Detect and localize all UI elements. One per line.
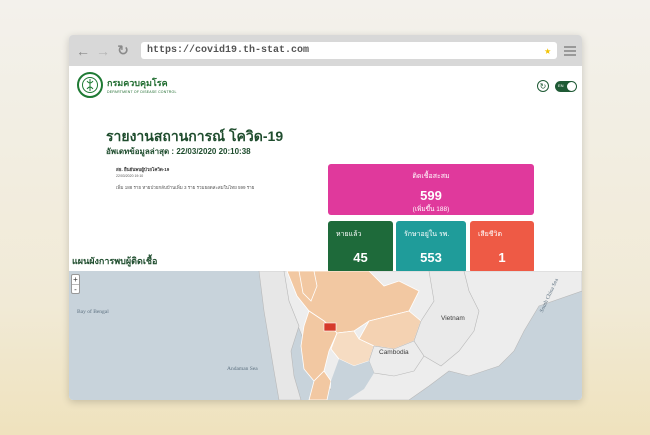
dashboard-page: กรมควบคุมโรค DEPARTMENT OF DISEASE CONTR… bbox=[69, 66, 582, 400]
logo-title-en: DEPARTMENT OF DISEASE CONTROL bbox=[107, 90, 177, 94]
bookmark-star-icon[interactable]: ★ bbox=[544, 44, 551, 58]
map-shapes bbox=[258, 271, 582, 400]
zoom-in-button[interactable]: + bbox=[72, 275, 79, 284]
recovered-card: หายแล้ว 45 bbox=[328, 221, 393, 273]
header-controls: ↻ EN bbox=[537, 80, 577, 92]
map-title: แผนผังการพบผู้ติดเชื้อ bbox=[72, 256, 158, 266]
hospitalized-card: รักษาอยู่ใน รพ. 553 bbox=[396, 221, 466, 273]
deaths-value: 1 bbox=[498, 250, 506, 265]
map-label-andaman-sea: Andaman Sea bbox=[227, 366, 258, 372]
deaths-card: เสียชีวิต 1 bbox=[470, 221, 534, 273]
ddc-logo[interactable]: กรมควบคุมโรค DEPARTMENT OF DISEASE CONTR… bbox=[77, 72, 177, 98]
browser-menu-icon[interactable] bbox=[564, 45, 576, 56]
ddc-seal-icon bbox=[77, 72, 103, 98]
browser-window: ← → ↻ https://covid19.th-stat.com ★ กรมค… bbox=[69, 35, 582, 400]
url-text: https://covid19.th-stat.com bbox=[147, 45, 310, 56]
hospitalized-label: รักษาอยู่ใน รพ. bbox=[404, 231, 450, 238]
logo-title-th: กรมควบคุมโรค bbox=[107, 78, 168, 88]
back-icon[interactable]: ← bbox=[75, 43, 91, 59]
address-bar[interactable]: https://covid19.th-stat.com ★ bbox=[141, 42, 557, 59]
language-toggle[interactable]: EN bbox=[555, 80, 577, 92]
new-cases-value: (เพิ่มขึ้น 188) bbox=[412, 206, 450, 213]
announcement-date: 22/03/2020 19:10 bbox=[116, 174, 144, 178]
browser-toolbar: ← → ↻ https://covid19.th-stat.com ★ bbox=[69, 35, 582, 66]
zoom-control: + - bbox=[71, 274, 80, 294]
refresh-icon[interactable]: ↻ bbox=[537, 80, 549, 92]
announcement-title[interactable]: สธ. ยืนยันพบผู้ป่วยโควิด-19 bbox=[116, 166, 169, 173]
language-toggle-label: EN bbox=[558, 82, 564, 88]
total-cases-label: ติดเชื้อสะสม bbox=[412, 173, 450, 180]
forward-icon[interactable]: → bbox=[95, 43, 111, 59]
deaths-label: เสียชีวิต bbox=[478, 231, 502, 238]
case-map[interactable]: + - Bay of Bengal Vietnam Cambodia Andam… bbox=[69, 271, 582, 400]
zoom-out-button[interactable]: - bbox=[72, 284, 79, 294]
recovered-label: หายแล้ว bbox=[336, 231, 362, 238]
toggle-knob bbox=[567, 81, 576, 91]
total-cases-value: 599 bbox=[420, 188, 442, 203]
map-label-bay-of-bengal: Bay of Bengal bbox=[77, 309, 109, 315]
hospitalized-value: 553 bbox=[420, 250, 442, 265]
announcement-body: เพิ่ม 188 ราย หายป่วยกลับบ้านเพิ่ม 3 ราย… bbox=[116, 185, 255, 190]
total-cases-card: ติดเชื้อสะสม 599 (เพิ่มขึ้น 188) bbox=[328, 164, 534, 215]
reload-icon[interactable]: ↻ bbox=[115, 42, 131, 59]
last-updated: อัพเดทข้อมูลล่าสุด : 22/03/2020 20:10:38 bbox=[106, 147, 251, 156]
map-label-vietnam: Vietnam bbox=[441, 315, 465, 322]
recovered-value: 45 bbox=[353, 250, 368, 265]
map-label-cambodia: Cambodia bbox=[379, 349, 409, 356]
